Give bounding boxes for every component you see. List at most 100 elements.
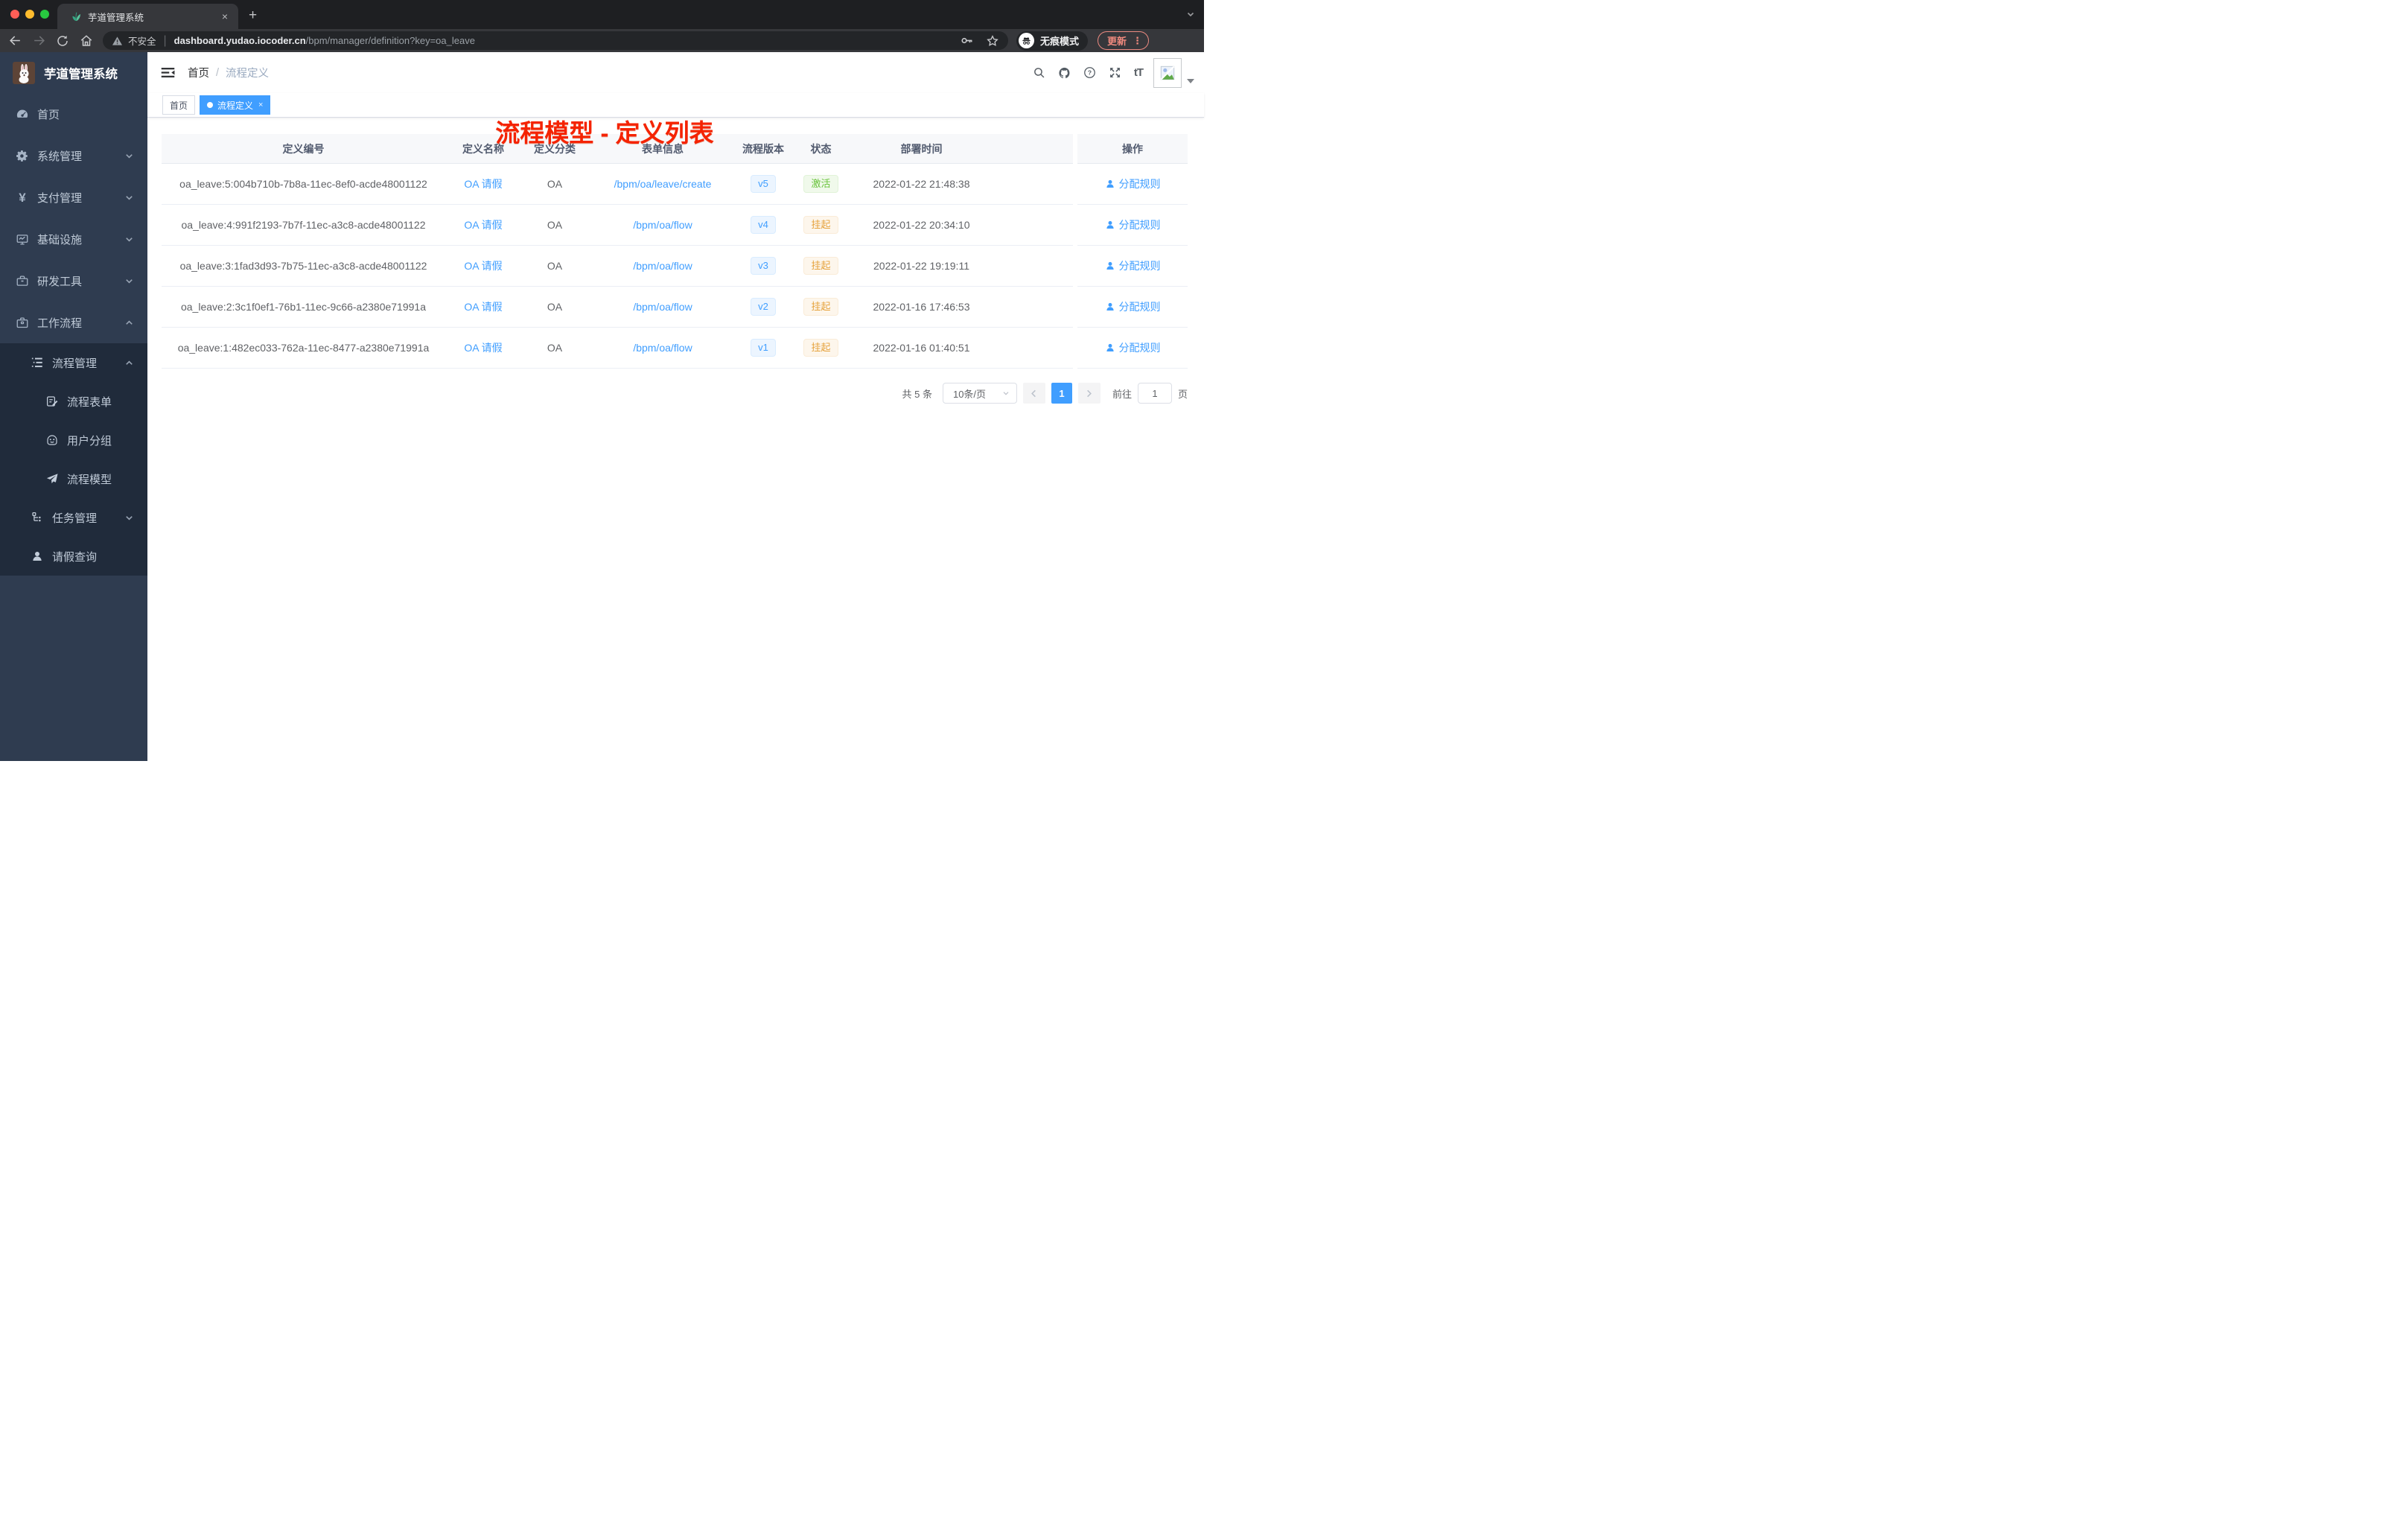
browser-tab-strip: 芋道管理系统 × + [0, 0, 1204, 29]
table-row: oa_leave:5:004b710b-7b8a-11ec-8ef0-acde4… [162, 164, 1073, 205]
sidebar-item-user-group[interactable]: 用户分组 [0, 421, 147, 459]
incognito-icon [1019, 33, 1034, 48]
assign-rule-link[interactable]: 分配规则 [1105, 299, 1161, 314]
sidebar-item-label: 研发工具 [37, 275, 83, 288]
browser-update-button[interactable]: 更新 ⋮ [1098, 31, 1150, 50]
col-header: 流程版本 [742, 142, 784, 155]
next-page-button[interactable] [1077, 383, 1101, 404]
version-badge: v1 [751, 339, 776, 357]
definition-table: 定义编号 定义名称 定义分类 表单信息 流程版本 状态 部署时间 oa_leav… [162, 134, 1188, 369]
url-bar[interactable]: 不安全 | dashboard.yudao.iocoder.cn/bpm/man… [103, 31, 1008, 50]
url-divider: | [163, 34, 167, 47]
action-cell: 分配规则 [1077, 328, 1188, 369]
avatar-caret-down-icon[interactable] [1187, 78, 1194, 83]
macos-traffic-lights[interactable] [10, 10, 49, 19]
tag-process-definition[interactable]: 流程定义 × [200, 95, 271, 115]
page-header: 首页 / 流程定义 ? tT [147, 52, 1204, 93]
browser-menu-dots-icon[interactable]: ⋮ [1133, 35, 1142, 47]
help-icon[interactable]: ? [1083, 66, 1096, 79]
sidebar-item-dev-tools[interactable]: 研发工具 [0, 260, 147, 302]
sidebar-item-infrastructure[interactable]: 基础设施 [0, 218, 147, 260]
select-chevron-down-icon [1003, 392, 1009, 395]
col-header: 状态 [810, 142, 832, 155]
assign-rule-link[interactable]: 分配规则 [1105, 258, 1161, 273]
maximize-window-button[interactable] [40, 10, 49, 19]
tab-title: 芋道管理系统 [88, 12, 144, 23]
cell-definition-id: oa_leave:3:1fad3d93-7b75-11ec-a3c8-acde4… [179, 260, 427, 272]
sidebar-item-label: 流程表单 [67, 395, 112, 409]
tab-strip-chevron-down-icon[interactable] [1186, 9, 1195, 22]
svg-text:?: ? [1088, 69, 1092, 77]
sidebar-collapse-icon[interactable] [160, 65, 176, 80]
sidebar-item-home[interactable]: 首页 [0, 93, 147, 135]
assign-rule-link[interactable]: 分配规则 [1105, 176, 1161, 191]
col-header: 定义编号 [282, 142, 325, 155]
sidebar-item-process-management[interactable]: 流程管理 [0, 343, 147, 382]
sidebar-item-system[interactable]: 系统管理 [0, 135, 147, 176]
form-link[interactable]: /bpm/oa/flow [633, 219, 692, 231]
status-badge: 挂起 [803, 298, 838, 316]
url-path[interactable]: /bpm/manager/definition?key=oa_leave [306, 35, 475, 46]
sidebar-item-process-model[interactable]: 流程模型 [0, 459, 147, 498]
fullscreen-icon[interactable] [1109, 66, 1121, 79]
sidebar-logo-row[interactable]: 芋道管理系统 [0, 52, 147, 93]
workflow-submenu: 流程管理 流程表单 用户分组 流程模型 任务管理 请假查询 [0, 343, 147, 576]
table-row: oa_leave:1:482ec033-762a-11ec-8477-a2380… [162, 328, 1073, 369]
form-link[interactable]: /bpm/oa/flow [633, 260, 692, 272]
robot-icon [45, 433, 59, 447]
sidebar-item-payment[interactable]: ¥ 支付管理 [0, 176, 147, 218]
sidebar-item-task-management[interactable]: 任务管理 [0, 498, 147, 537]
page-size-select[interactable]: 10条/页 [942, 383, 1017, 404]
form-link[interactable]: /bpm/oa/leave/create [614, 178, 712, 190]
sidebar-item-process-form[interactable]: 流程表单 [0, 382, 147, 421]
browser-tab[interactable]: 芋道管理系统 × [57, 4, 238, 29]
forward-icon[interactable] [30, 32, 48, 50]
github-icon[interactable] [1058, 66, 1071, 79]
cell-category: OA [547, 301, 563, 313]
pagination-total: 共 5 条 [902, 388, 932, 400]
definition-name-link[interactable]: OA 请假 [464, 260, 502, 272]
cell-category: OA [547, 219, 563, 231]
minimize-window-button[interactable] [25, 10, 34, 19]
prev-page-button[interactable] [1022, 383, 1045, 404]
form-link[interactable]: /bpm/oa/flow [633, 301, 692, 313]
definition-name-link[interactable]: OA 请假 [464, 301, 502, 313]
definition-name-link[interactable]: OA 请假 [464, 219, 502, 231]
definition-name-link[interactable]: OA 请假 [464, 342, 502, 354]
page-unit-label: 页 [1177, 388, 1188, 400]
definition-name-link[interactable]: OA 请假 [464, 178, 502, 190]
security-label[interactable]: 不安全 [128, 34, 156, 48]
tab-close-icon[interactable]: × [219, 10, 231, 22]
user-icon [1106, 179, 1114, 188]
tag-home[interactable]: 首页 [162, 95, 196, 115]
home-icon[interactable] [77, 32, 95, 50]
sidebar-item-workflow[interactable]: 工作流程 [0, 302, 147, 343]
cell-definition-id: oa_leave:4:991f2193-7b7f-11ec-a3c8-acde4… [181, 219, 426, 231]
sidebar-item-label: 流程模型 [67, 473, 112, 486]
assign-rule-link[interactable]: 分配规则 [1105, 217, 1161, 232]
status-badge: 挂起 [803, 339, 838, 357]
avatar[interactable] [1153, 57, 1182, 88]
sidebar-item-label: 工作流程 [37, 316, 83, 330]
reload-icon[interactable] [54, 32, 71, 50]
bookmark-star-icon[interactable] [986, 34, 999, 48]
url-host[interactable]: dashboard.yudao.iocoder.cn [174, 35, 306, 46]
search-icon[interactable] [1033, 66, 1045, 79]
password-key-icon[interactable] [960, 34, 974, 48]
sidebar-item-label: 流程管理 [52, 357, 98, 370]
page-number-1[interactable]: 1 [1051, 383, 1072, 404]
tag-close-icon[interactable]: × [258, 101, 263, 109]
new-tab-button[interactable]: + [249, 7, 257, 24]
briefcase-icon [16, 316, 29, 329]
back-icon[interactable] [6, 32, 24, 50]
assign-rule-link[interactable]: 分配规则 [1105, 340, 1161, 355]
form-link[interactable]: /bpm/oa/flow [633, 342, 692, 354]
update-label[interactable]: 更新 [1107, 34, 1127, 48]
breadcrumb-current: 流程定义 [226, 68, 270, 80]
sidebar-item-leave-query[interactable]: 请假查询 [0, 537, 147, 576]
breadcrumb-home[interactable]: 首页 [188, 65, 209, 80]
goto-page-input[interactable] [1137, 383, 1172, 404]
font-size-icon[interactable]: tT [1134, 66, 1144, 79]
pagination: 共 5 条 10条/页 1 前往 页 [162, 383, 1188, 404]
close-window-button[interactable] [10, 10, 19, 19]
